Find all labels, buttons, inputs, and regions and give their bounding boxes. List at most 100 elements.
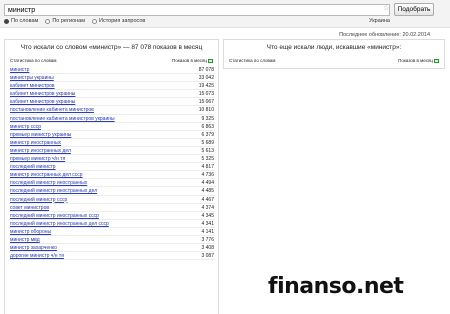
shows-count: 15 067 xyxy=(198,99,214,106)
shows-count: 5 613 xyxy=(201,147,214,154)
shows-count: 4 817 xyxy=(201,164,214,171)
table-row: постановление кабинета министров украины… xyxy=(9,115,215,123)
shows-count: 4 141 xyxy=(201,228,214,235)
find-button[interactable]: Подобрать xyxy=(394,3,434,16)
col-header-shows-label: Показов в месяц xyxy=(398,58,433,63)
shows-count: 3 087 xyxy=(201,253,214,260)
keyword-link[interactable]: министр захарченко xyxy=(10,244,57,252)
related-panel: Что еще искали люди, искавшие «министр»:… xyxy=(223,39,445,69)
keyword-link[interactable]: министры украины xyxy=(10,74,54,82)
shows-count: 87 078 xyxy=(198,67,214,73)
tab-label: По регионам xyxy=(52,18,86,24)
shows-count: 19 425 xyxy=(198,83,214,90)
col-header-shows: Показов в месяц xyxy=(398,58,439,63)
table-row: последний министр иностранных ссср 4 345 xyxy=(9,212,215,220)
table-row: последний министр ссср 4 467 xyxy=(9,196,215,204)
keyword-link[interactable]: премьер министр ч/н тя xyxy=(10,155,65,163)
excel-export-icon[interactable] xyxy=(434,58,439,63)
keyword-link[interactable]: постановление кабинета министров xyxy=(10,106,94,114)
keyword-link[interactable]: последний министр иностранных дел xyxy=(10,187,97,195)
shows-count: 3 776 xyxy=(201,236,214,243)
col-header-keywords: Статистика по словам xyxy=(10,58,57,63)
table-row: министр обороны 4 141 xyxy=(9,228,215,236)
table-row: кабинет министров украины 15 073 xyxy=(9,90,215,99)
shows-count: 5 325 xyxy=(201,156,214,163)
shows-count: 33 042 xyxy=(198,75,214,82)
keyword-link[interactable]: кабинет министров украины xyxy=(10,98,75,106)
keywords-table: министр 87 078 министры украины 33 042 кабин… xyxy=(9,66,215,261)
shows-count: 4 374 xyxy=(201,204,214,211)
tab-history[interactable]: История запросов xyxy=(92,17,145,26)
shows-count: 4 345 xyxy=(201,212,214,219)
table-row: министр ссср 6 863 xyxy=(9,123,215,131)
keyword-link[interactable]: кабинет министров xyxy=(10,82,55,90)
keyword-link[interactable]: министр иностранных дел ссср xyxy=(10,171,83,179)
table-row: кабинет министров украины 15 067 xyxy=(9,98,215,107)
keyword-link[interactable]: последний министр ссср xyxy=(10,196,67,204)
keyword-link[interactable]: министр ссср xyxy=(10,123,41,131)
keyword-link[interactable]: последний министр иностранных дел ссср xyxy=(10,220,109,228)
shows-count: 4 467 xyxy=(201,196,214,203)
tab-by-words[interactable]: По словам xyxy=(4,17,38,26)
keyword-link[interactable]: министр иностранных xyxy=(10,139,61,147)
search-bar: ☆ Подобрать По словам По регионам Истори… xyxy=(0,0,450,28)
table-row: последний министр иностранных дел ссср 4 … xyxy=(9,220,215,228)
watermark: finanso.net xyxy=(268,274,404,299)
shows-count: 9 325 xyxy=(201,115,214,122)
col-header-shows: Показов в месяц xyxy=(172,58,213,63)
last-updated: Последнее обновление: 20.02.2014 xyxy=(339,32,430,38)
shows-count: 4 485 xyxy=(201,188,214,195)
table-row: премьер министр ч/н тя 5 325 xyxy=(9,155,215,164)
table-row: последний министр иностранных дел 4 485 xyxy=(9,187,215,196)
shows-count: 5 689 xyxy=(201,139,214,146)
keyword-link[interactable]: министр мвд xyxy=(10,236,40,244)
keyword-link[interactable]: дорогие министр ч/н тя xyxy=(10,252,64,260)
star-icon[interactable]: ☆ xyxy=(383,4,389,12)
table-row: последний министр иностранных 4 494 xyxy=(9,179,215,188)
panel-title: Что еще искали люди, искавшие «министр»: xyxy=(266,44,402,51)
col-header-shows-label: Показов в месяц xyxy=(172,58,207,63)
shows-count: 4 736 xyxy=(201,172,214,179)
keyword-link[interactable]: последний министр иностранных ссср xyxy=(10,212,99,220)
tab-label: По словам xyxy=(11,18,39,24)
shows-count: 6 863 xyxy=(201,123,214,130)
search-input[interactable] xyxy=(4,4,390,16)
table-row: премьер министр украины 6 379 xyxy=(9,131,215,139)
col-header-keywords: Статистика по словам xyxy=(229,58,276,63)
radio-icon[interactable] xyxy=(4,19,9,24)
keyword-link[interactable]: последний министр иностранных xyxy=(10,179,87,187)
shows-count: 6 379 xyxy=(201,131,214,138)
table-row: министры украины 33 042 xyxy=(9,74,215,83)
excel-export-icon[interactable] xyxy=(208,58,213,63)
table-row: последний министр 4 817 xyxy=(9,163,215,172)
region-link[interactable]: Украина xyxy=(369,17,390,26)
keyword-link[interactable]: кабинет министров украины xyxy=(10,90,75,98)
keyword-link[interactable]: постановление кабинета министров украины xyxy=(10,115,115,123)
search-mode-tabs: По словам По регионам История запросов xyxy=(4,17,145,26)
tab-by-regions[interactable]: По регионам xyxy=(45,17,85,26)
table-row: министр иностранных дел ссср 4 736 xyxy=(9,171,215,180)
table-row: министр 87 078 xyxy=(9,66,215,75)
shows-count: 15 073 xyxy=(198,91,214,98)
keyword-link[interactable]: министр иностранных дел xyxy=(10,147,71,155)
shows-count: 4 494 xyxy=(201,180,214,187)
keyword-link[interactable]: министр обороны xyxy=(10,228,51,236)
radio-icon[interactable] xyxy=(92,19,98,24)
panel-title: Что искали со словом «министр» — 87 078 … xyxy=(20,44,203,51)
keywords-panel: Что искали со словом «министр» — 87 078 … xyxy=(4,39,219,314)
table-row: министр мвд 3 776 xyxy=(9,236,215,245)
shows-count: 4 341 xyxy=(201,220,214,227)
keyword-link[interactable]: последний министр xyxy=(10,163,56,171)
keyword-link[interactable]: министр xyxy=(10,66,29,74)
shows-count: 10 810 xyxy=(198,107,214,114)
table-row: совет министров 4 374 xyxy=(9,204,215,212)
tab-label: История запросов xyxy=(99,18,146,24)
table-row: постановление кабинета министров 10 810 xyxy=(9,106,215,115)
radio-icon[interactable] xyxy=(45,19,51,24)
keyword-link[interactable]: премьер министр украины xyxy=(10,131,71,139)
table-row: дорогие министр ч/н тя 3 087 xyxy=(9,252,215,261)
table-row: кабинет министров 19 425 xyxy=(9,82,215,91)
table-row: министр иностранных 5 689 xyxy=(9,139,215,147)
keyword-link[interactable]: совет министров xyxy=(10,204,49,212)
shows-count: 3 408 xyxy=(201,245,214,252)
